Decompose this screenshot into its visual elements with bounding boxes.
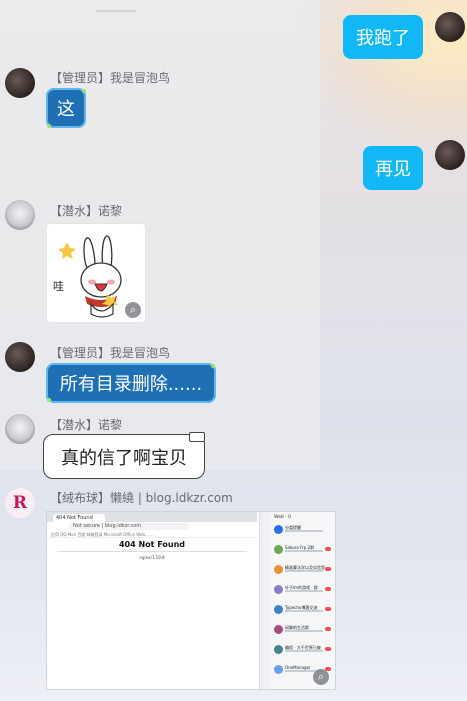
qq-item-avatar (274, 645, 283, 654)
browser-tab: 404 Not Found (53, 514, 105, 522)
qq-list-item: Typecho博客交流 (272, 604, 334, 616)
qq-item-preview (285, 530, 323, 532)
bubble-decoration-tab (189, 432, 205, 442)
bubble-decoration-dot (47, 398, 51, 402)
browser-bookmarks: 应用 QQ Mail 百度 邮箱登录 Microsoft Office Web.… (47, 531, 257, 538)
avatar[interactable]: R (5, 488, 35, 518)
qq-item-avatar (274, 585, 283, 594)
message-bubble: 再见 (363, 146, 423, 190)
bubble-decoration-dot (82, 89, 86, 93)
avatar[interactable] (5, 342, 35, 372)
sender-name: 【管理员】我是冒泡鸟 (50, 71, 171, 85)
qq-item-preview (285, 650, 323, 652)
qq-list-item: 编程 · 大千世界已被 (272, 644, 334, 656)
avatar[interactable] (435, 140, 465, 170)
qq-unread-badge (325, 547, 331, 551)
qq-item-preview (285, 550, 323, 552)
qq-list-item: 分类提醒 (272, 524, 334, 536)
qq-panel: Web · 0 分类提醒 Sakura Frp 2群 精准算法学以及实验室 叶子lm的… (259, 512, 335, 689)
qq-item-avatar (274, 665, 283, 674)
message-bubble: 真的信了啊宝贝 (43, 434, 205, 479)
qq-list-item: 闲聊的生活群 (272, 624, 334, 636)
bubble-decoration-dot (211, 364, 215, 368)
qq-item-avatar (274, 625, 283, 634)
error-server: nginx/1.19.8 (139, 555, 165, 560)
qq-unread-badge (325, 627, 331, 631)
sender-name: 【潜水】诺黎 (50, 204, 123, 218)
error-heading: 404 Not Found (118, 540, 186, 549)
avatar[interactable] (5, 414, 35, 444)
qq-header: Web · 0 (274, 515, 291, 520)
qq-item-avatar (274, 565, 283, 574)
message-bubble: 所有目录删除...... (46, 363, 216, 403)
sender-name: 【潜水】诺黎 (50, 418, 123, 432)
qq-item-preview (285, 610, 323, 612)
avatar[interactable] (435, 12, 465, 42)
bubble-decoration-dot (47, 124, 51, 128)
zoom-icon[interactable]: ⌕ (125, 302, 141, 318)
qq-unread-badge (325, 647, 331, 651)
screenshot-image[interactable]: 404 Not Found Not secure | blog.ldkzr.co… (46, 511, 336, 690)
message-bubble: 这 (46, 88, 86, 128)
zoom-icon[interactable]: ⌕ (313, 669, 329, 685)
qq-item-preview (285, 590, 323, 592)
error-divider (57, 551, 247, 552)
browser-tabbar: 404 Not Found (47, 512, 257, 522)
avatar[interactable] (5, 200, 35, 230)
svg-text:哇: 哇 (53, 280, 64, 293)
qq-item-preview (285, 570, 323, 572)
qq-unread-badge (325, 567, 331, 571)
bunny-sticker[interactable]: 哇 ⌕ (46, 223, 146, 323)
sender-name: 【管理员】我是冒泡鸟 (50, 346, 171, 360)
qq-item-preview (285, 630, 323, 632)
qq-unread-badge (325, 587, 331, 591)
qq-list-item: 精准算法学以及实验室 (272, 564, 334, 576)
browser-url: Not secure | blog.ldkzr.com (69, 523, 189, 530)
sender-name: 【绒布球】懒繞 | blog.ldkzr.com (50, 491, 233, 505)
qq-list-item: Sakura Frp 2群 (272, 544, 334, 556)
avatar[interactable] (5, 68, 35, 98)
message-bubble: 我跑了 (343, 15, 423, 59)
qq-item-avatar (274, 605, 283, 614)
qq-rail (260, 512, 270, 689)
qq-list-item: 叶子lm的游戏 · 群 (272, 584, 334, 596)
ghost-line (96, 10, 136, 12)
qq-unread-badge (325, 607, 331, 611)
qq-item-avatar (274, 525, 283, 534)
qq-item-avatar (274, 545, 283, 554)
